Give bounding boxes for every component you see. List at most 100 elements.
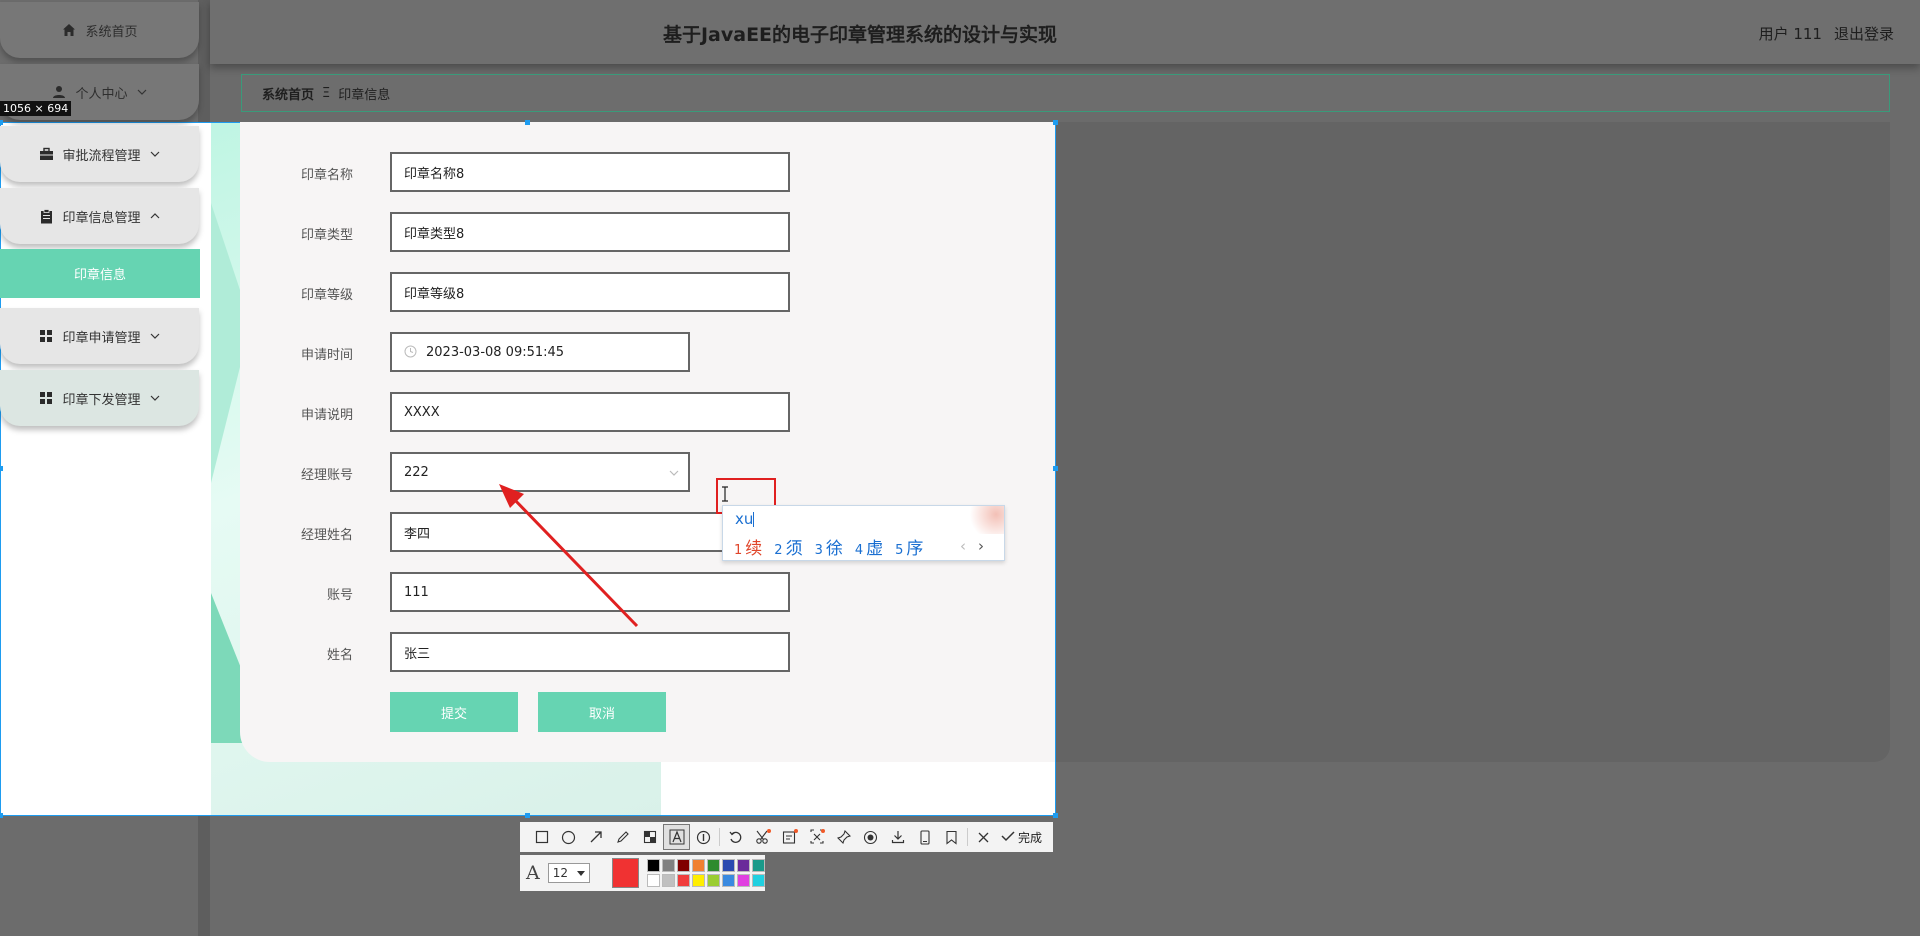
sidebar-item-label: 印章申请管理 [62,330,141,346]
name-input[interactable]: 张三 [390,632,790,672]
clipboard-icon [38,208,54,224]
ime-candidate-number: 1 [734,543,743,558]
color-swatch[interactable] [692,874,705,887]
apply-time-picker[interactable]: 2023-03-08 09:51:45 [390,332,690,372]
toolbar-separator [967,828,968,846]
color-swatch[interactable] [677,874,690,887]
logout-link[interactable]: 退出登录 [1834,23,1894,44]
record-icon[interactable] [857,824,884,850]
translate-icon[interactable] [803,824,830,850]
color-swatch[interactable] [722,859,735,872]
sidebar-item-seal-issue[interactable]: 印章下发管理 [0,370,199,426]
sidebar-item-home[interactable]: 系统首页 [0,2,199,58]
color-swatch[interactable] [752,874,765,887]
color-swatch[interactable] [737,859,750,872]
ime-candidate[interactable]: 4虚 [855,534,883,559]
undo-icon[interactable] [722,824,749,850]
ime-prev-page[interactable]: ‹ [960,537,966,555]
seal-level-input[interactable]: 印章等级8 [390,272,790,312]
arrow-tool-icon[interactable] [582,824,609,850]
field-label: 申请时间 [300,348,353,363]
font-icon: A [526,862,540,884]
sidebar-item-label: 审批流程管理 [62,148,141,164]
ime-candidate[interactable]: 2须 [774,534,802,559]
chevron-down-icon [149,392,161,404]
color-swatch[interactable] [737,874,750,887]
ocr-icon[interactable] [776,824,803,850]
color-swatch[interactable] [647,874,660,887]
form-row-account: 账号 111 [240,572,1055,612]
seal-info-form: 印章名称 印章名称8 印章类型 印章类型8 印章等级 印章等级8 申请时间 20… [240,122,1055,762]
color-swatch[interactable] [662,859,675,872]
ime-candidate[interactable]: 3徐 [815,534,843,559]
field-label: 印章名称 [300,168,353,183]
bookmark-icon[interactable] [938,824,965,850]
sidebar-item-approval-flow[interactable]: 审批流程管理 [0,126,199,182]
ime-next-page[interactable]: › [978,537,984,555]
snip-size-label: 1056 × 694 [0,101,72,116]
color-palette [647,859,765,887]
font-size-select[interactable]: 12 [547,863,590,883]
checkmark-icon [1001,830,1015,845]
ime-candidate-number: 2 [774,543,783,558]
font-size-value: 12 [552,866,569,880]
field-label: 姓名 [326,648,353,663]
scissors-icon[interactable] [749,824,776,850]
sidebar-item-seal-application[interactable]: 印章申请管理 [0,308,199,364]
done-label: 完成 [1018,830,1043,845]
account-input[interactable]: 111 [390,572,790,612]
download-icon[interactable] [884,824,911,850]
cancel-button[interactable]: 取消 [538,692,666,732]
selection-handle[interactable] [1053,813,1058,818]
ime-candidate-char: 序 [906,539,924,559]
phone-icon[interactable] [911,824,938,850]
sidebar-subitem-seal-info[interactable]: 印章信息 [0,249,200,298]
done-button[interactable]: 完成 [1001,829,1042,846]
ime-candidate-number: 5 [895,543,904,558]
apply-note-input[interactable]: XXXX [390,392,790,432]
breadcrumb-separator: Ξ [322,85,331,101]
field-label: 申请说明 [300,408,353,423]
color-swatch[interactable] [722,874,735,887]
color-swatch[interactable] [647,859,660,872]
close-icon[interactable] [970,824,997,850]
selection-handle[interactable] [0,813,3,818]
current-color-swatch[interactable] [611,858,639,888]
text-tool-icon[interactable] [663,824,690,850]
color-swatch[interactable] [692,859,705,872]
color-swatch[interactable] [707,859,720,872]
seal-type-input[interactable]: 印章类型8 [390,212,790,252]
ime-candidate-char: 须 [785,539,803,559]
number-marker-icon[interactable] [690,824,717,850]
color-swatch[interactable] [707,874,720,887]
manager-account-select[interactable]: 222 [390,452,690,492]
selection-handle[interactable] [525,120,530,125]
breadcrumb-home[interactable]: 系统首页 [262,84,314,103]
selection-handle[interactable] [1053,466,1058,471]
ime-candidate-number: 4 [854,543,864,558]
color-swatch[interactable] [662,874,675,887]
ime-candidate-char: 虚 [866,539,884,559]
form-row-seal-level: 印章等级 印章等级8 [240,272,1055,312]
pin-icon[interactable] [830,824,857,850]
selection-handle[interactable] [525,813,530,818]
color-swatch[interactable] [677,859,690,872]
field-label: 印章类型 [300,228,353,243]
rectangle-tool-icon[interactable] [528,824,555,850]
field-label: 印章等级 [300,288,353,303]
ellipse-tool-icon[interactable] [555,824,582,850]
selection-handle[interactable] [0,120,3,125]
ime-page-nav: ‹ › [960,537,984,555]
selection-handle[interactable] [0,466,3,471]
sidebar-item-label: 个人中心 [75,86,128,102]
sidebar-item-seal-info-management[interactable]: 印章信息管理 [0,188,199,244]
mosaic-tool-icon[interactable] [636,824,663,850]
selection-handle[interactable] [1053,120,1058,125]
color-swatch[interactable] [752,859,765,872]
pencil-tool-icon[interactable] [609,824,636,850]
submit-button[interactable]: 提交 [390,692,518,732]
ime-candidate[interactable]: 1续 [734,534,762,559]
seal-name-input[interactable]: 印章名称8 [390,152,790,192]
ime-candidate[interactable]: 5序 [895,534,923,559]
page-title: 基于JavaEE的电子印章管理系统的设计与实现 [662,24,1058,46]
